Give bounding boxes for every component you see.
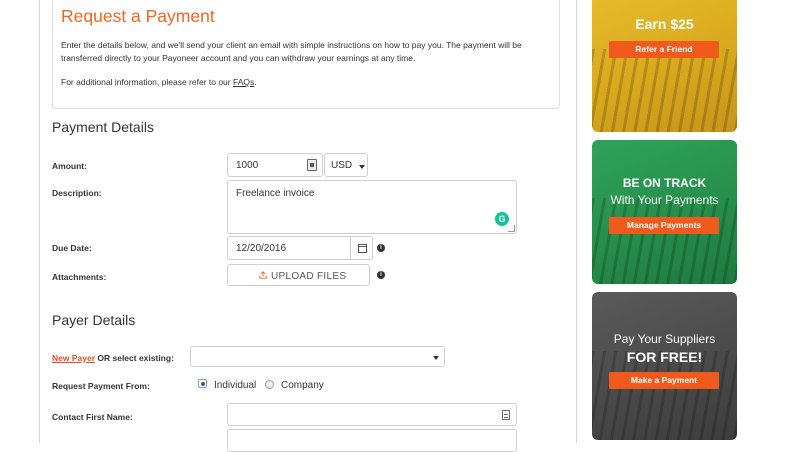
resize-handle-icon[interactable] xyxy=(508,225,515,232)
refer-friend-promo: Earn $25 Refer a Friend xyxy=(592,0,737,132)
promo-photo-pattern xyxy=(592,197,737,284)
refer-friend-button[interactable]: Refer a Friend xyxy=(609,41,719,58)
request-payment-panel: Request a Payment Enter the details belo… xyxy=(39,0,577,452)
existing-payer-select[interactable] xyxy=(190,346,445,367)
page-title: Request a Payment xyxy=(61,6,215,26)
faq-suffix: . xyxy=(254,77,257,87)
amount-value: 1000 xyxy=(236,160,259,171)
select-existing-label: OR select existing: xyxy=(97,353,174,363)
manage-payments-promo: BE ON TRACK With Your Payments Manage Pa… xyxy=(592,140,737,284)
upload-files-button[interactable]: UPLOAD FILES xyxy=(227,264,370,286)
individual-radio[interactable] xyxy=(198,379,207,388)
request-from-label: Request Payment From: xyxy=(52,381,150,391)
company-label[interactable]: Company xyxy=(281,380,324,391)
currency-value: USD xyxy=(331,160,353,171)
contact-first-name-input[interactable] xyxy=(227,403,517,426)
faq-line: For additional information, please refer… xyxy=(61,77,257,87)
company-radio[interactable] xyxy=(265,380,274,389)
payer-details-title: Payer Details xyxy=(52,312,136,328)
description-value: Freelance invoice xyxy=(236,188,315,199)
promo-subheading: Pay Your Suppliers xyxy=(613,332,716,346)
make-payment-button[interactable]: Make a Payment xyxy=(609,372,719,389)
calendar-icon xyxy=(358,244,367,253)
make-payment-promo: Pay Your Suppliers FOR FREE! Make a Paym… xyxy=(592,292,737,440)
contact-last-name-input[interactable] xyxy=(227,429,517,452)
amount-label: Amount: xyxy=(52,161,87,171)
description-textarea[interactable]: Freelance invoice G xyxy=(227,180,517,234)
info-icon[interactable]: i xyxy=(377,244,385,252)
upload-icon xyxy=(259,271,267,279)
new-payer-link[interactable]: New Payer xyxy=(52,353,95,363)
due-date-label: Due Date: xyxy=(52,243,92,253)
promo-heading: FOR FREE! xyxy=(626,349,703,365)
currency-dropdown[interactable]: USD xyxy=(324,153,368,177)
info-icon[interactable]: i xyxy=(377,271,385,279)
due-date-input[interactable]: 12/20/2016 xyxy=(227,236,351,260)
upload-files-label: UPLOAD FILES xyxy=(271,271,347,282)
manage-payments-button[interactable]: Manage Payments xyxy=(609,217,719,234)
calculator-icon[interactable] xyxy=(307,159,317,171)
faq-prefix: For additional information, please refer… xyxy=(61,77,231,87)
due-date-value: 12/20/2016 xyxy=(236,243,287,254)
promo-heading: BE ON TRACK xyxy=(622,176,707,190)
payer-selector-label: New Payer OR select existing: xyxy=(52,353,174,363)
contact-first-name-label: Contact First Name: xyxy=(52,412,133,422)
faq-link[interactable]: FAQs xyxy=(233,77,254,87)
attachments-label: Attachments: xyxy=(52,272,107,282)
caret-down-icon xyxy=(433,356,439,360)
grammarly-icon[interactable]: G xyxy=(495,212,509,226)
intro-description: Enter the details below, and we'll send … xyxy=(61,40,522,63)
payment-details-title: Payment Details xyxy=(52,119,154,135)
intro-box: Request a Payment Enter the details belo… xyxy=(52,0,560,109)
contact-card-icon[interactable] xyxy=(502,410,510,420)
promo-photo-pattern xyxy=(592,49,737,132)
calendar-button[interactable] xyxy=(351,236,373,260)
caret-down-icon xyxy=(359,165,365,169)
promo-heading: Earn $25 xyxy=(635,16,694,32)
promo-subheading: With Your Payments xyxy=(610,193,719,207)
description-label: Description: xyxy=(52,188,102,198)
amount-input[interactable]: 1000 xyxy=(227,153,323,177)
individual-label[interactable]: Individual xyxy=(214,380,256,391)
